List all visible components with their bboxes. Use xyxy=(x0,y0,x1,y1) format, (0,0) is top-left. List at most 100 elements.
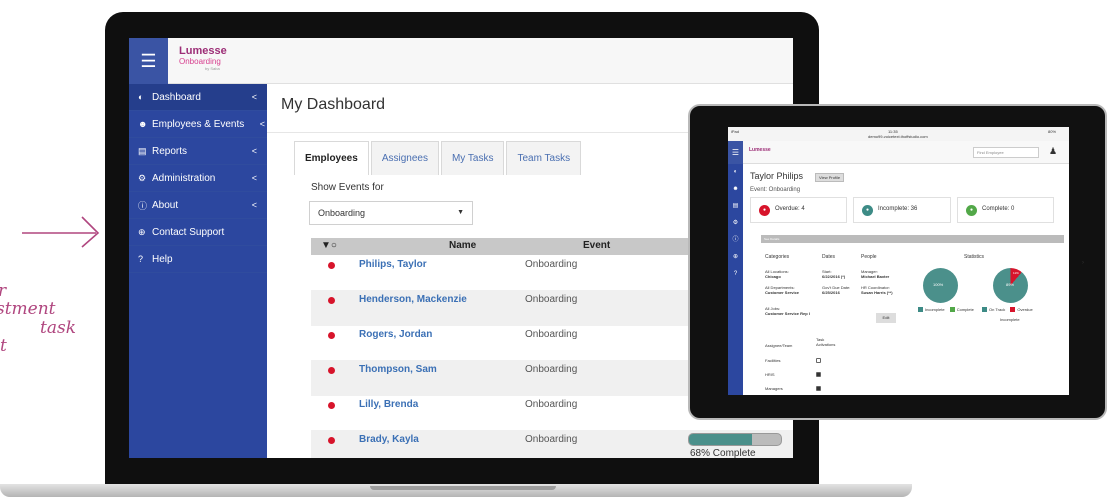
legend-complete: Complete xyxy=(956,307,974,312)
tablet-top-bar: ☰ Lumesse Find Employee ♟ xyxy=(728,141,1069,164)
logo-main-text: Lumesse xyxy=(179,45,227,57)
gear-icon[interactable]: ⚙ xyxy=(728,215,743,232)
table-row[interactable]: Thompson, Sam Onboarding xyxy=(311,360,688,396)
caret-down-icon: ▼ xyxy=(457,209,464,216)
overdue-card[interactable]: ● Overdue: 4 xyxy=(750,197,847,223)
arrow-icon xyxy=(22,216,100,248)
sidebar-item-employees-events[interactable]: ☻ Employees & Events < xyxy=(129,111,267,138)
hamburger-menu-icon[interactable]: ☰ xyxy=(129,38,168,84)
sidebar-item-label: About xyxy=(152,199,179,211)
event-cell: Onboarding xyxy=(525,364,578,375)
column-header-event[interactable]: Event xyxy=(583,240,610,251)
sidebar-item-label: Employees & Events xyxy=(152,118,245,130)
table-row[interactable]: Philips, Taylor Onboarding xyxy=(311,255,688,291)
employee-name-link[interactable]: Philips, Taylor xyxy=(359,259,427,270)
assignee-name: Managers xyxy=(765,386,783,391)
departments-info: All Departments: Customer Service xyxy=(765,285,799,295)
tab-my-tasks[interactable]: My Tasks xyxy=(440,141,505,175)
status-dot-icon xyxy=(328,262,335,269)
incomplete-label: Incomplete: 36 xyxy=(878,206,918,212)
edit-button[interactable]: Edit xyxy=(876,313,896,323)
employee-name-link[interactable]: Henderson, Mackenzie xyxy=(359,294,467,305)
status-pie-chart: 89% 11% xyxy=(993,268,1028,303)
assignee-name: Facilities xyxy=(765,358,781,363)
sort-icon[interactable]: ▼○ xyxy=(321,240,337,251)
govt-due-value: 6/25/2016 xyxy=(822,290,840,295)
table-row[interactable]: Brady, Kayla Onboarding xyxy=(311,430,688,458)
pie1-legend: Incomplete Complete xyxy=(914,307,974,313)
sidebar-item-help[interactable]: ? Help xyxy=(129,246,267,273)
event-filter-select[interactable]: Onboarding ▼ xyxy=(309,201,473,225)
view-profile-button[interactable]: View Profile xyxy=(815,173,845,182)
table-row[interactable]: Lilly, Brenda Onboarding xyxy=(311,395,688,431)
jobs-info: All Jobs: Customer Service Rep I xyxy=(765,306,810,316)
dashboard-icon[interactable]: ◐ xyxy=(728,164,743,181)
locations-info: All Locations: Chicago xyxy=(765,269,789,279)
help-icon[interactable]: ? xyxy=(728,266,743,283)
laptop-notch xyxy=(370,486,556,490)
tab-assignees[interactable]: Assignees xyxy=(370,141,439,175)
tablet-home-button: › xyxy=(1082,260,1084,266)
employee-name-link[interactable]: Lilly, Brenda xyxy=(359,399,418,410)
legend-swatch-complete xyxy=(949,307,955,313)
support-icon[interactable]: ⊕ xyxy=(728,249,743,266)
complete-card[interactable]: ● Complete: 0 xyxy=(957,197,1054,223)
chevron-left-icon: < xyxy=(259,119,265,129)
reports-icon[interactable]: ▤ xyxy=(728,198,743,215)
tab-bar: Employees Assignees My Tasks Team Tasks xyxy=(294,141,583,175)
chevron-left-icon: < xyxy=(251,92,257,102)
locations-value: Chicago xyxy=(765,274,781,279)
tab-employees[interactable]: Employees xyxy=(294,141,369,175)
table-row[interactable]: Rogers, Jordan Onboarding xyxy=(311,325,688,361)
employee-name-link[interactable]: Brady, Kayla xyxy=(359,434,419,445)
legend-swatch-incomplete xyxy=(918,307,923,313)
sidebar-item-label: Contact Support xyxy=(152,226,225,238)
user-icon[interactable]: ♟ xyxy=(1049,146,1057,157)
checkbox-facilities[interactable] xyxy=(816,358,821,363)
sidebar-item-dashboard[interactable]: ◐ Dashboard < xyxy=(129,84,267,111)
checkbox-managers[interactable] xyxy=(816,386,821,391)
details-section-header[interactable]: See Details xyxy=(761,235,1064,243)
jobs-value: Customer Service Rep I xyxy=(765,311,810,316)
employee-name-link[interactable]: Rogers, Jordan xyxy=(359,329,432,340)
employee-name-link[interactable]: Thompson, Sam xyxy=(359,364,437,375)
sidebar-item-contact-support[interactable]: ⊕ Contact Support xyxy=(129,219,267,246)
column-header-people: People xyxy=(861,254,877,260)
event-cell: Onboarding xyxy=(525,399,578,410)
checkbox-hris[interactable] xyxy=(816,372,821,377)
app-logo[interactable]: Lumesse Onboarding by Saba xyxy=(179,45,227,71)
handwritten-annotation: r stment task t xyxy=(0,215,100,415)
info-icon[interactable]: ⓘ xyxy=(728,232,743,249)
tab-team-tasks[interactable]: Team Tasks xyxy=(506,141,582,175)
employee-title: Taylor Philips xyxy=(750,171,804,181)
event-cell: Onboarding xyxy=(525,259,578,270)
help-icon: ? xyxy=(138,254,144,264)
pie2-label: 89% xyxy=(1006,282,1015,287)
status-dot-icon xyxy=(328,437,335,444)
app-logo[interactable]: Lumesse xyxy=(749,147,771,153)
status-dot-icon xyxy=(328,367,335,374)
incomplete-card[interactable]: ● Incomplete: 36 xyxy=(853,197,951,223)
search-input[interactable]: Find Employee xyxy=(973,147,1039,158)
hamburger-menu-icon[interactable]: ☰ xyxy=(728,141,743,164)
legend-swatch-overdue xyxy=(1010,307,1016,313)
status-dot-icon xyxy=(328,332,335,339)
event-cell: Onboarding xyxy=(525,329,578,340)
table-row[interactable]: Henderson, Mackenzie Onboarding xyxy=(311,290,688,326)
column-header-name[interactable]: Name xyxy=(449,240,476,251)
govt-due-info: Gov't Due Date: 6/25/2016 xyxy=(822,285,850,295)
people-icon[interactable]: ☻ xyxy=(728,181,743,198)
pie2-small-label: 11% xyxy=(1013,271,1019,275)
select-value: Onboarding xyxy=(318,208,366,218)
sidebar-item-reports[interactable]: ▤ Reports < xyxy=(129,138,267,165)
sidebar-item-about[interactable]: ⓘ About < xyxy=(129,192,267,219)
hr-info: HR Coordinator: Susan Harris (**) xyxy=(861,285,893,295)
completion-pie-chart: 100% xyxy=(923,268,958,303)
complete-icon: ● xyxy=(966,205,977,216)
start-value: 6/22/2016 (*) xyxy=(822,274,846,279)
task-activations-header: Task Activations xyxy=(816,337,836,347)
info-icon: ⓘ xyxy=(138,200,148,211)
sidebar-item-administration[interactable]: ⚙ Administration < xyxy=(129,165,267,192)
status-dot-icon xyxy=(328,402,335,409)
event-label: Event: Onboarding xyxy=(750,187,801,193)
